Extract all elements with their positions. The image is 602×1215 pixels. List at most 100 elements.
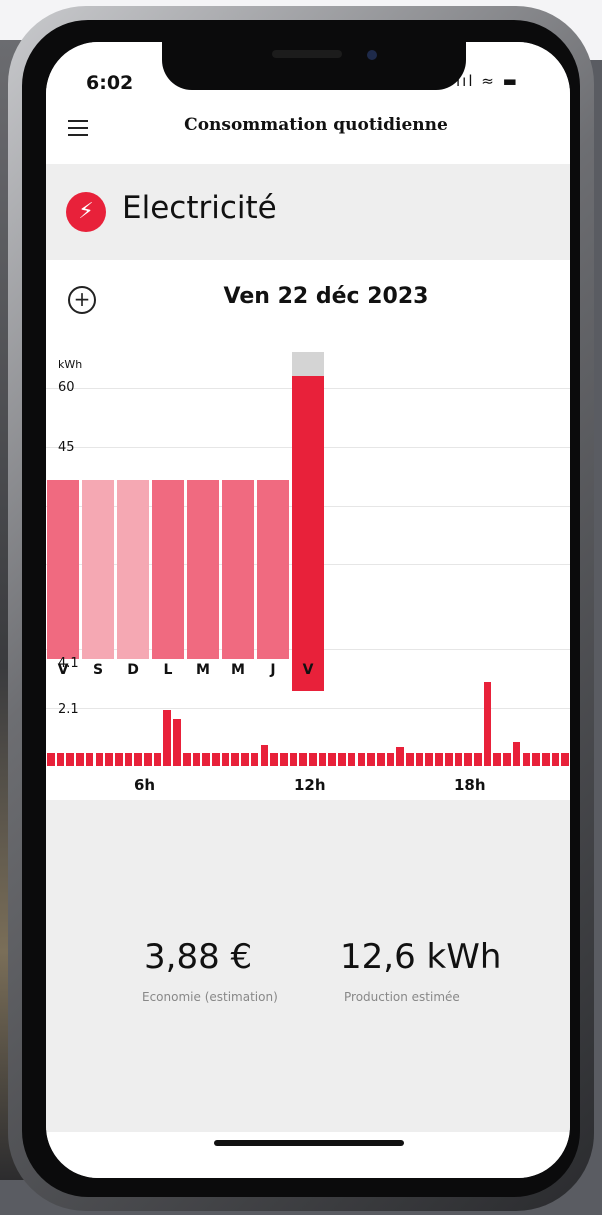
hourly-bar[interactable] <box>124 753 133 766</box>
phone-screen: 6:02 ııl ≈ ▬ Consommation quotidienne ⚡ … <box>46 42 570 1178</box>
hourly-bar[interactable] <box>289 753 298 766</box>
hourly-bar[interactable] <box>173 718 181 766</box>
selected-date[interactable]: Ven 22 déc 2023 <box>176 284 476 309</box>
hourly-bar[interactable] <box>153 753 162 766</box>
hourly-bar[interactable] <box>212 753 220 766</box>
hourly-bar[interactable] <box>241 753 249 766</box>
hourly-bar[interactable] <box>483 682 492 766</box>
hourly-bar[interactable] <box>114 753 123 766</box>
hourly-bar[interactable] <box>76 753 84 766</box>
page-title: Consommation quotidienne <box>184 115 448 135</box>
daily-bar[interactable] <box>187 479 219 659</box>
hourly-bar[interactable] <box>561 753 569 766</box>
x-tick-label: 12h <box>294 776 326 794</box>
savings-value: 3,88 € <box>144 937 253 977</box>
hourly-bar[interactable] <box>347 753 356 766</box>
speaker-grille <box>272 50 342 58</box>
stats-panel: 3,88 € Economie (estimation) 12,6 kWh Pr… <box>46 800 570 1130</box>
hourly-bar[interactable] <box>260 744 269 766</box>
hamburger-menu-icon[interactable] <box>68 120 88 136</box>
hourly-bar[interactable] <box>444 753 453 766</box>
hourly-bar[interactable] <box>328 753 337 766</box>
daily-bar-selected[interactable] <box>292 375 324 691</box>
hourly-bar[interactable] <box>503 753 511 766</box>
hourly-bar[interactable] <box>493 753 502 766</box>
hourly-bar[interactable] <box>386 753 395 766</box>
day-label: V <box>302 662 314 678</box>
lightning-icon: ⚡ <box>66 192 106 232</box>
hourly-bar[interactable] <box>202 753 210 766</box>
daily-bar-cap <box>292 352 324 376</box>
gridline <box>46 708 570 709</box>
hourly-bar[interactable] <box>56 753 65 766</box>
daily-bar[interactable] <box>257 479 289 659</box>
hourly-bar[interactable] <box>522 753 531 766</box>
hourly-bar[interactable] <box>221 753 230 766</box>
production-value: 12,6 kWh <box>340 937 502 977</box>
section-title: Electricité <box>122 190 277 226</box>
status-time: 6:02 <box>86 72 134 94</box>
hourly-bar[interactable] <box>396 746 404 766</box>
hourly-bar[interactable] <box>250 753 259 766</box>
hourly-bar[interactable] <box>532 753 540 766</box>
day-label: L <box>163 662 173 678</box>
hourly-bar[interactable] <box>192 753 201 766</box>
hourly-bar[interactable] <box>357 753 366 766</box>
home-indicator[interactable] <box>214 1140 404 1146</box>
hourly-bar[interactable] <box>134 753 142 766</box>
daily-bar[interactable] <box>117 479 149 659</box>
day-label: M <box>231 662 245 678</box>
hourly-bar[interactable] <box>454 753 463 766</box>
hourly-bar[interactable] <box>47 753 55 766</box>
hourly-bar[interactable] <box>367 753 375 766</box>
hourly-bar[interactable] <box>464 753 472 766</box>
daily-bar[interactable] <box>82 479 114 659</box>
y-tick-label: 4.1 <box>58 656 79 671</box>
production-label: Production estimée <box>344 990 460 1004</box>
day-label: M <box>196 662 210 678</box>
app-header: Consommation quotidienne <box>46 106 570 164</box>
hourly-bar[interactable] <box>105 753 113 766</box>
front-camera <box>367 50 377 60</box>
x-tick-label: 18h <box>454 776 486 794</box>
hourly-bar[interactable] <box>551 753 560 766</box>
add-circle-icon[interactable]: + <box>68 286 96 314</box>
hourly-bar[interactable] <box>144 753 152 766</box>
bottom-bar <box>46 1132 570 1178</box>
hourly-bar[interactable] <box>231 753 240 766</box>
notch <box>162 36 466 90</box>
hourly-bar[interactable] <box>338 753 346 766</box>
hourly-bar[interactable] <box>376 753 385 766</box>
hourly-bar[interactable] <box>474 753 482 766</box>
hourly-bar[interactable] <box>309 753 317 766</box>
y-tick-label: 45 <box>58 440 75 455</box>
y-tick-label: 60 <box>58 380 75 395</box>
hourly-bar[interactable] <box>415 753 424 766</box>
hourly-bar[interactable] <box>270 753 278 766</box>
hourly-bar[interactable] <box>85 753 94 766</box>
daily-bar[interactable] <box>47 479 79 659</box>
hourly-bar[interactable] <box>66 753 75 766</box>
consumption-chart: kWh 60 45 15 VSDLMMJV 4.1 2.1 6h 12h 18h <box>46 342 570 802</box>
x-tick-label: 6h <box>134 776 156 794</box>
hourly-bar[interactable] <box>182 753 191 766</box>
day-label: S <box>92 662 104 678</box>
status-icons: ııl ≈ ▬ <box>456 72 519 90</box>
hourly-bar[interactable] <box>541 753 550 766</box>
y-tick-label: 2.1 <box>58 702 79 717</box>
hourly-bar[interactable] <box>163 710 172 766</box>
savings-label: Economie (estimation) <box>142 990 278 1004</box>
hourly-bar[interactable] <box>279 753 288 766</box>
hourly-bar[interactable] <box>318 753 327 766</box>
hourly-bar[interactable] <box>435 753 443 766</box>
hourly-bar[interactable] <box>425 753 434 766</box>
daily-bar[interactable] <box>222 479 254 659</box>
hourly-bar[interactable] <box>95 753 104 766</box>
hourly-bar[interactable] <box>512 742 521 767</box>
hourly-bar[interactable] <box>406 753 414 766</box>
daily-bar[interactable] <box>152 479 184 659</box>
day-label: J <box>270 662 276 678</box>
hourly-bar[interactable] <box>299 753 307 766</box>
day-label: D <box>127 662 139 678</box>
y-axis-unit: kWh <box>58 358 83 371</box>
